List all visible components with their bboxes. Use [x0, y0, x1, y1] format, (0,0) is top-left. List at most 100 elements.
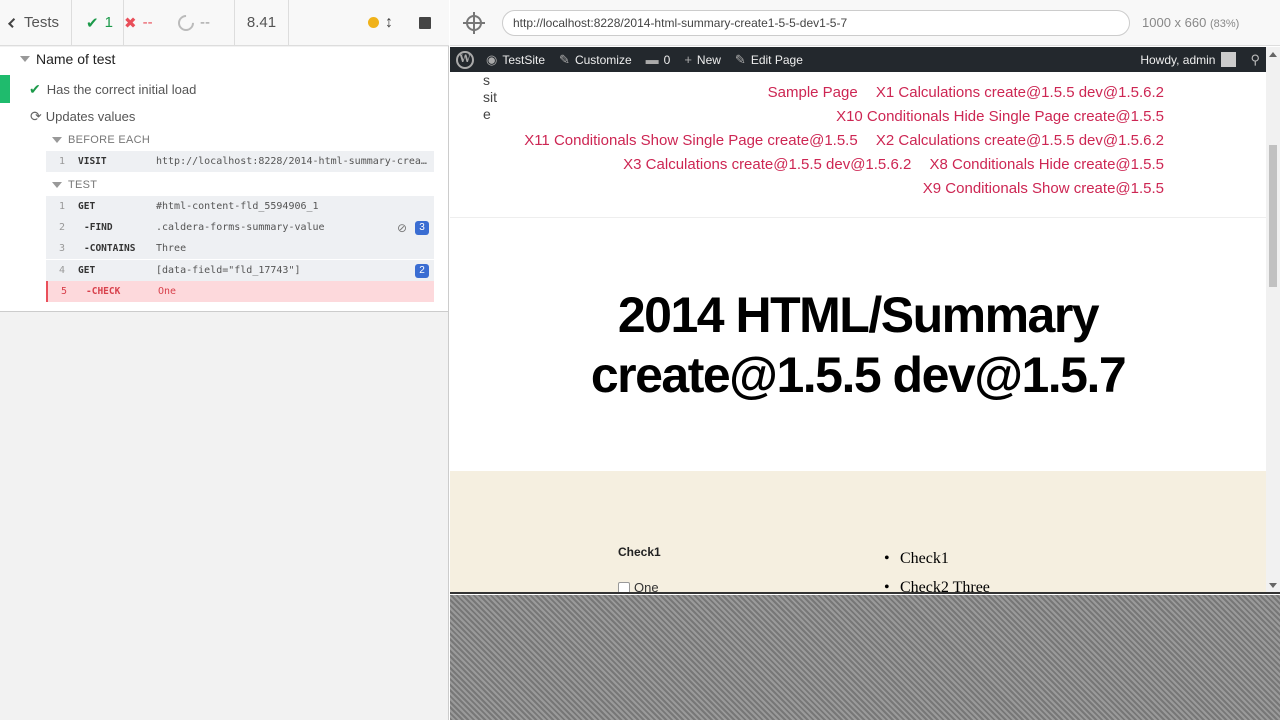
edit-page-label: Edit Page — [750, 52, 803, 67]
menu-row: X3 Calculations create@1.5.5 dev@1.5.6.2… — [510, 153, 1164, 177]
summary-item: Check1 — [884, 544, 990, 573]
menu-row: Sample Page X1 Calculations create@1.5.5… — [510, 81, 1164, 105]
command-row-find[interactable]: 2 -FIND .caldera-forms-summary-value ⊘ 3 — [46, 217, 434, 238]
menu-link[interactable]: X8 Conditionals Hide create@1.5.5 — [929, 156, 1164, 173]
customize-label: Customize — [574, 52, 632, 67]
test-title: Has the correct initial load — [46, 81, 197, 97]
test-hook-header[interactable]: TEST — [52, 179, 97, 191]
command-message: http://localhost:8228/2014-html-summary-… — [156, 156, 434, 167]
search-icon[interactable]: ⚲ — [1250, 52, 1260, 68]
command-name: VISIT — [78, 156, 107, 167]
command-name: GET — [78, 265, 96, 276]
avatar — [1221, 52, 1237, 67]
command-name: -CONTAINS — [84, 243, 136, 254]
checkbox-option-one[interactable]: One — [618, 580, 659, 592]
site-title-line: sit — [483, 89, 497, 105]
vertical-scrollbar[interactable] — [1266, 47, 1280, 592]
howdy-label: Howdy, admin — [1140, 52, 1216, 67]
pending-value: -- — [200, 14, 210, 31]
site-title-fragment: s sit e — [483, 72, 497, 123]
viewport-zoom: (83%) — [1209, 18, 1240, 30]
command-row-check-failed[interactable]: 5 -CHECK One — [46, 281, 434, 302]
menu-link[interactable]: X11 Conditionals Show Single Page create… — [524, 132, 858, 149]
menu-link[interactable]: X1 Calculations create@1.5.5 dev@1.5.6.2 — [876, 84, 1164, 101]
selector-playground-icon[interactable] — [463, 11, 485, 34]
tests-back-button[interactable]: Tests — [0, 0, 72, 45]
element-count-badge: 2 — [415, 263, 429, 278]
test-item-initial-load[interactable]: ✔ Has the correct initial load — [0, 75, 448, 103]
menu-link[interactable]: X10 Conditionals Hide Single Page create… — [836, 108, 1164, 125]
collapse-triangle-icon — [52, 137, 62, 143]
header-divider — [450, 217, 1266, 218]
tests-label: Tests — [23, 14, 59, 31]
new-link[interactable]: + New — [684, 52, 721, 67]
scrollbar-thumb[interactable] — [1269, 145, 1277, 287]
command-row-get[interactable]: 1 GET #html-content-fld_5594906_1 — [46, 196, 434, 217]
url-bar[interactable] — [502, 9, 1130, 36]
menu-link[interactable]: X3 Calculations create@1.5.5 dev@1.5.6.2 — [623, 156, 911, 173]
menu-link[interactable]: X2 Calculations create@1.5.5 dev@1.5.6.2 — [876, 132, 1164, 149]
failed-value: -- — [142, 14, 153, 31]
wordpress-logo-icon[interactable]: W — [456, 50, 474, 69]
dashboard-icon: ◉ — [486, 51, 498, 67]
pending-icon — [174, 11, 198, 34]
checkbox[interactable] — [618, 581, 630, 592]
stop-button[interactable] — [419, 16, 431, 29]
runner-controls: ↕ — [368, 0, 449, 45]
menu-link[interactable]: Sample Page — [768, 84, 858, 101]
primary-menu: Sample Page X1 Calculations create@1.5.5… — [510, 81, 1164, 201]
menu-row: X9 Conditionals Show create@1.5.5 — [510, 177, 1164, 201]
duration-value: 8.41 — [246, 14, 277, 31]
site-name-link[interactable]: ◉ TestSite — [486, 52, 545, 68]
page-title-line: create@1.5.5 dev@1.5.7 — [590, 347, 1127, 403]
scroll-down-arrow-icon[interactable] — [1269, 583, 1277, 588]
pass-indicator — [0, 75, 10, 103]
new-label: New — [696, 52, 721, 67]
aut-header: 1000 x 660 (83%) — [450, 0, 1280, 46]
brush-icon: ✎ — [559, 51, 570, 67]
command-message: One — [158, 286, 177, 297]
command-message: Three — [156, 243, 187, 254]
passed-count: ✔ 1 — [72, 0, 124, 45]
viewport-size: 1000 x 660 — [1142, 15, 1207, 30]
refresh-icon: ⟳ — [30, 108, 42, 124]
summary-list: Check1 Check2 Three — [884, 544, 990, 592]
menu-link[interactable]: X9 Conditionals Show create@1.5.5 — [923, 180, 1164, 197]
command-number: 1 — [58, 156, 66, 167]
app-under-test-iframe: W ◉ TestSite ✎ Customize ▬ 0 + New ✎ Edi… — [450, 47, 1280, 594]
command-log-panel: Tests ✔ 1 ✖ -- -- 8.41 ↕ Name of test ✔ … — [0, 0, 449, 720]
collapse-triangle-icon — [52, 182, 62, 188]
before-each-hook-header[interactable]: BEFORE EACH — [52, 134, 150, 146]
command-number: 2 — [58, 222, 66, 233]
command-row-contains[interactable]: 3 -CONTAINS Three — [46, 238, 434, 259]
account-menu[interactable]: Howdy, admin ⚲ — [1140, 52, 1266, 68]
form-section: Check1 One Check1 Check2 Three — [450, 471, 1266, 592]
test-title: Updates values — [45, 109, 136, 124]
comments-link[interactable]: ▬ 0 — [646, 52, 671, 67]
suite-header[interactable]: Name of test — [20, 51, 115, 67]
eye-slash-icon: ⊘ — [396, 220, 407, 235]
failed-count: ✖ -- — [124, 0, 178, 45]
checkbox-field-label: Check1 — [618, 545, 661, 559]
command-row-get[interactable]: 4 GET [data-field="fld_17743"] 2 — [46, 260, 434, 281]
running-status-icon — [368, 17, 379, 28]
command-row-visit[interactable]: 1 VISIT http://localhost:8228/2014-html-… — [46, 151, 434, 172]
scroll-up-arrow-icon[interactable] — [1269, 52, 1277, 57]
site-title-line: e — [483, 106, 491, 122]
duration: 8.41 — [235, 0, 289, 45]
comments-count: 0 — [663, 52, 671, 67]
customize-link[interactable]: ✎ Customize — [559, 52, 632, 68]
edit-page-link[interactable]: ✎ Edit Page — [735, 52, 803, 68]
auto-scroll-toggle-icon[interactable]: ↕ — [385, 14, 393, 32]
command-number: 5 — [60, 286, 68, 297]
collapse-triangle-icon — [20, 56, 30, 62]
command-number: 4 — [58, 265, 66, 276]
command-message: [data-field="fld_17743"] — [156, 265, 301, 276]
test-item-updates-values[interactable]: ⟳ Updates values — [30, 108, 135, 125]
menu-row: X10 Conditionals Hide Single Page create… — [510, 105, 1164, 129]
reporter-header: Tests ✔ 1 ✖ -- -- 8.41 ↕ — [0, 0, 449, 46]
viewport-info: 1000 x 660 (83%) — [1142, 15, 1239, 30]
command-number: 3 — [58, 243, 66, 254]
plus-icon: + — [684, 52, 692, 67]
suite-title: Name of test — [36, 51, 116, 67]
